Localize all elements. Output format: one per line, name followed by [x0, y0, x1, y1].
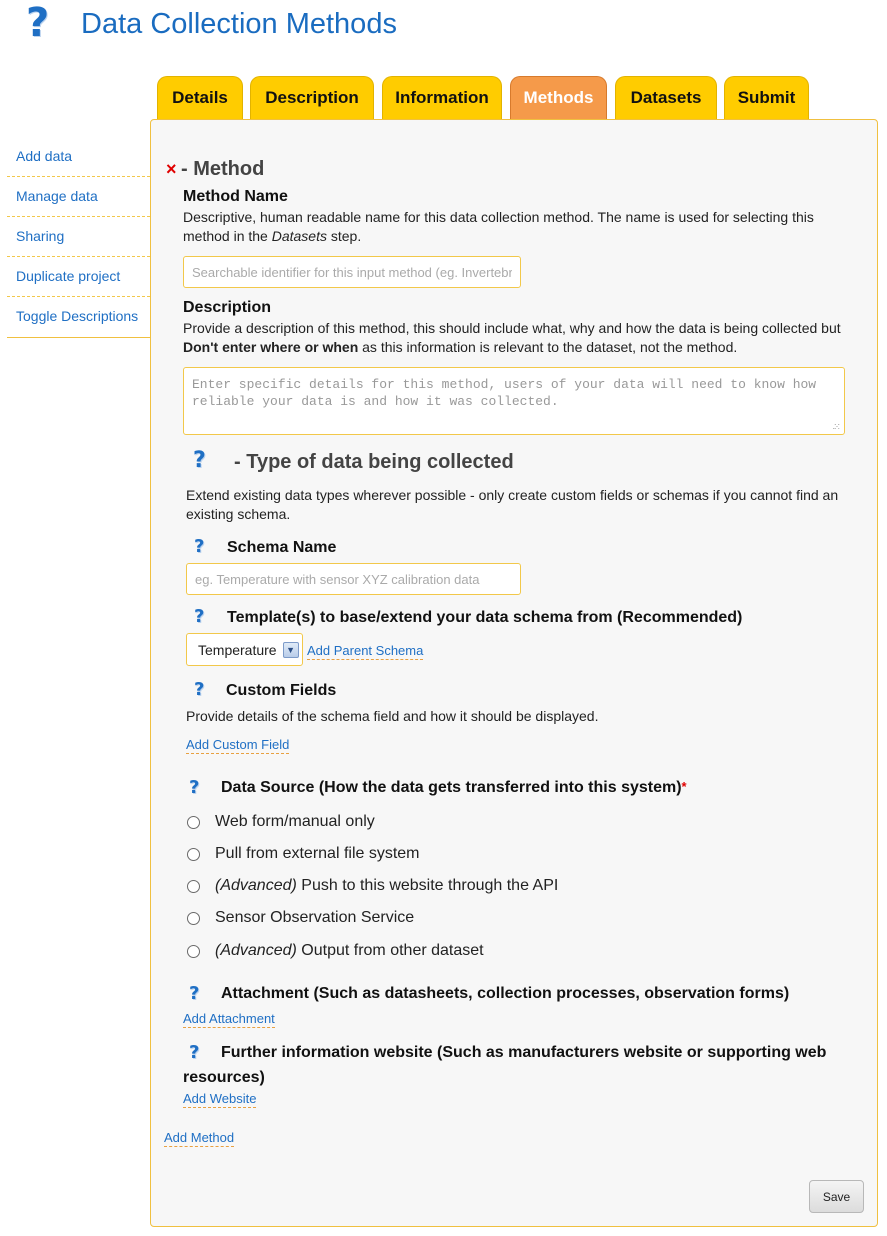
template-select[interactable]: Temperature ▼	[186, 633, 303, 666]
close-x-icon[interactable]: ×	[166, 159, 177, 180]
sidebar-item-add-data[interactable]: Add data	[7, 137, 150, 177]
option-label: Pull from external file system	[215, 845, 420, 862]
data-source-label: Data Source (How the data gets transferr…	[221, 779, 687, 796]
radio-button[interactable]	[187, 911, 200, 925]
sidebar-item-duplicate-project[interactable]: Duplicate project	[7, 257, 150, 297]
description-help-text: Provide a description of this method, th…	[183, 320, 841, 355]
schema-name-input[interactable]	[186, 563, 521, 595]
tab-datasets[interactable]: Datasets	[615, 76, 717, 119]
data-source-option-push-api[interactable]: (Advanced) Push to this website through …	[187, 874, 558, 898]
type-of-data-intro: Extend existing data types wherever poss…	[186, 487, 839, 522]
radio-button[interactable]	[187, 944, 200, 958]
add-custom-field-link[interactable]: Add Custom Field	[186, 737, 290, 754]
sidebar-item-sharing[interactable]: Sharing	[7, 217, 150, 257]
description-label: Description	[183, 299, 272, 316]
description-textarea[interactable]	[183, 367, 845, 435]
radio-button[interactable]	[187, 847, 200, 861]
sidebar-item-toggle-descriptions[interactable]: Toggle Descriptions	[7, 297, 150, 337]
method-name-label: Method Name	[183, 188, 288, 205]
website-help-icon[interactable]: ?	[189, 1042, 199, 1063]
website-label-line1: Further information website (Such as man…	[221, 1044, 827, 1061]
option-label: Web form/manual only	[215, 813, 375, 830]
method-name-input[interactable]	[183, 256, 521, 288]
website-label-line2: resources)	[183, 1069, 265, 1086]
tab-description[interactable]: Description	[250, 76, 374, 119]
schema-name-help-icon[interactable]: ?	[194, 536, 204, 557]
type-of-data-help-icon[interactable]: ?	[193, 448, 206, 473]
description-field-wrapper: .:·:	[183, 367, 845, 435]
tab-submit[interactable]: Submit	[724, 76, 809, 119]
custom-fields-label: Custom Fields	[226, 682, 337, 699]
sidebar-item-manage-data[interactable]: Manage data	[7, 177, 150, 217]
data-source-option-other-dataset[interactable]: (Advanced) Output from other dataset	[187, 939, 484, 963]
custom-fields-description: Provide details of the schema field and …	[186, 708, 599, 724]
data-source-option-sensor-observation[interactable]: Sensor Observation Service	[187, 906, 414, 930]
help-icon[interactable]: ?	[26, 0, 49, 46]
schema-name-label: Schema Name	[227, 539, 337, 556]
sidebar: Add data Manage data Sharing Duplicate p…	[7, 137, 150, 338]
radio-button[interactable]	[187, 879, 200, 893]
add-website-link[interactable]: Add Website	[183, 1091, 257, 1108]
custom-fields-help-icon[interactable]: ?	[194, 679, 204, 700]
option-label: Sensor Observation Service	[215, 909, 415, 926]
data-source-option-pull-file[interactable]: Pull from external file system	[187, 842, 420, 866]
option-label: (Advanced) Output from other dataset	[215, 942, 484, 959]
tab-information[interactable]: Information	[382, 76, 502, 119]
save-button[interactable]: Save	[809, 1180, 864, 1213]
required-marker: *	[681, 779, 687, 794]
method-name-description: Descriptive, human readable name for thi…	[183, 209, 814, 244]
add-method-link[interactable]: Add Method	[164, 1130, 235, 1147]
template-select-value: Temperature	[198, 641, 277, 658]
page-title: Data Collection Methods	[81, 8, 397, 40]
attachment-help-icon[interactable]: ?	[189, 983, 199, 1004]
type-of-data-heading: - Type of data being collected	[234, 451, 514, 473]
method-heading: - Method	[181, 158, 265, 180]
add-parent-schema-link[interactable]: Add Parent Schema	[307, 643, 424, 660]
radio-button[interactable]	[187, 815, 200, 829]
template-label: Template(s) to base/extend your data sch…	[227, 609, 743, 626]
data-source-help-icon[interactable]: ?	[189, 777, 199, 798]
add-attachment-link[interactable]: Add Attachment	[183, 1011, 275, 1028]
chevron-down-icon[interactable]: ▼	[282, 641, 299, 658]
data-source-option-web-form[interactable]: Web form/manual only	[187, 810, 375, 834]
resize-grip-icon[interactable]: .:·:	[833, 421, 840, 431]
tab-details[interactable]: Details	[157, 76, 243, 119]
tab-methods[interactable]: Methods	[510, 76, 607, 119]
attachment-label: Attachment (Such as datasheets, collecti…	[221, 985, 790, 1002]
template-help-icon[interactable]: ?	[194, 606, 204, 627]
method-panel: × - Method Method Name Descriptive, huma…	[150, 119, 878, 1227]
option-label: (Advanced) Push to this website through …	[215, 877, 559, 894]
